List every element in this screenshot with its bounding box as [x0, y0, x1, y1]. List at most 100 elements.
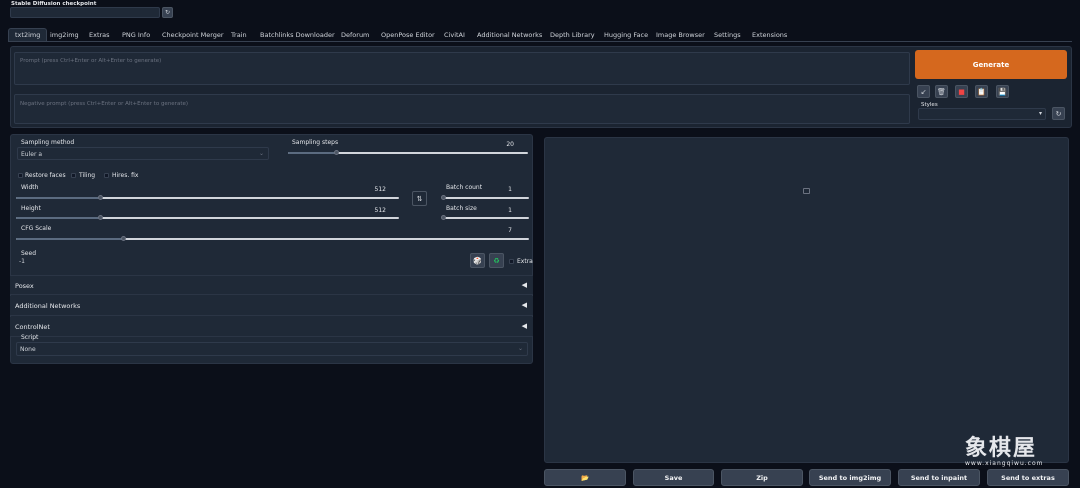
- send-to-inpaint-button[interactable]: Send to inpaint: [898, 469, 980, 486]
- clear-prompt-button[interactable]: 🗑: [935, 85, 948, 98]
- image-placeholder-icon: [803, 188, 810, 194]
- sampling-steps-slider[interactable]: [288, 150, 528, 155]
- slider-handle[interactable]: [440, 195, 446, 200]
- tab-train[interactable]: Train: [231, 31, 247, 39]
- width-value[interactable]: 512: [372, 186, 386, 193]
- tab-deforum[interactable]: Deforum: [341, 31, 369, 39]
- sampling-steps-value[interactable]: 20: [500, 141, 514, 148]
- triangle-left-icon: ◀: [521, 281, 527, 289]
- tab-png-info[interactable]: PNG Info: [122, 31, 150, 39]
- cfg-scale-value[interactable]: 7: [502, 227, 512, 234]
- tab-checkpoint-merger[interactable]: Checkpoint Merger: [162, 31, 224, 39]
- open-folder-button[interactable]: 📂: [544, 469, 626, 486]
- negative-prompt-placeholder: Negative prompt (press Ctrl+Enter or Alt…: [20, 101, 188, 107]
- send-to-extras-label: Send to extras: [1001, 473, 1055, 482]
- reuse-seed-button[interactable]: ♻: [489, 253, 504, 268]
- dice-icon: 🎲: [473, 256, 482, 265]
- slider-handle[interactable]: [97, 215, 103, 220]
- height-value[interactable]: 512: [372, 207, 386, 214]
- slider-handle[interactable]: [333, 150, 339, 155]
- batch-count-value[interactable]: 1: [502, 186, 512, 193]
- arrow-down-left-icon: ↙: [920, 87, 927, 96]
- triangle-left-icon: ◀: [521, 322, 527, 330]
- tab-hugging-face[interactable]: Hugging Face: [604, 31, 648, 39]
- slider-fill: [16, 217, 101, 219]
- read-params-button[interactable]: ↙: [917, 85, 930, 98]
- batch-size-label: Batch size: [446, 205, 477, 212]
- tab-openpose-editor[interactable]: OpenPose Editor: [381, 31, 435, 39]
- tab-civitai[interactable]: CivitAI: [444, 31, 465, 39]
- width-label: Width: [21, 184, 39, 191]
- batch-size-value[interactable]: 1: [502, 207, 512, 214]
- tab-img2img[interactable]: img2img: [50, 31, 79, 39]
- random-seed-button[interactable]: 🎲: [470, 253, 485, 268]
- accordion-additional-networks-title: Additional Networks: [15, 302, 81, 310]
- slider-fill: [16, 197, 101, 199]
- slider-fill: [16, 238, 124, 240]
- tab-extensions[interactable]: Extensions: [752, 31, 787, 39]
- send-to-inpaint-label: Send to inpaint: [910, 473, 968, 482]
- slider-handle[interactable]: [97, 195, 103, 200]
- height-slider[interactable]: [16, 215, 399, 220]
- tab-depth-library[interactable]: Depth Library: [550, 31, 595, 39]
- negative-prompt-input[interactable]: Negative prompt (press Ctrl+Enter or Alt…: [14, 94, 910, 124]
- tab-batchlinks-downloader[interactable]: Batchlinks Downloader: [260, 31, 335, 39]
- extra-seed-checkbox[interactable]: [509, 259, 514, 264]
- seed-value: -1: [19, 258, 25, 265]
- save-style-button[interactable]: 💾: [996, 85, 1009, 98]
- script-dropdown[interactable]: None ⌄: [16, 342, 528, 356]
- accordion-posex[interactable]: Posex ◀: [10, 275, 533, 295]
- accordion-additional-networks[interactable]: Additional Networks ◀: [10, 296, 533, 316]
- extra-networks-button[interactable]: ■: [955, 85, 968, 98]
- sampling-method-label: Sampling method: [21, 139, 75, 146]
- restore-faces-checkbox[interactable]: [18, 173, 23, 178]
- output-gallery[interactable]: [544, 137, 1069, 463]
- hires-fix-checkbox[interactable]: [104, 173, 109, 178]
- tab-txt2img[interactable]: txt2img: [8, 28, 48, 42]
- swap-dimensions-button[interactable]: ⇅: [412, 191, 427, 206]
- seed-input[interactable]: -1: [17, 257, 462, 267]
- script-value: None: [20, 346, 36, 353]
- card-icon: ■: [958, 87, 965, 96]
- tab-additional-networks[interactable]: Additional Networks: [477, 31, 542, 39]
- restore-faces-label: Restore faces: [25, 172, 66, 179]
- refresh-styles-button[interactable]: ↻: [1052, 107, 1065, 120]
- sampling-method-value: Euler a: [21, 151, 43, 158]
- send-to-img2img-button[interactable]: Send to img2img: [809, 469, 891, 486]
- zip-button[interactable]: Zip: [721, 469, 803, 486]
- apply-style-button[interactable]: 📋: [975, 85, 988, 98]
- clipboard-icon: 📋: [977, 87, 986, 96]
- recycle-icon: ♻: [493, 256, 500, 265]
- tiling-label: Tiling: [79, 172, 96, 179]
- refresh-checkpoint-button[interactable]: ↻: [162, 7, 173, 18]
- slider-handle[interactable]: [440, 215, 446, 220]
- prompt-placeholder: Prompt (press Ctrl+Enter or Alt+Enter to…: [20, 58, 162, 64]
- tab-extras[interactable]: Extras: [89, 31, 110, 39]
- styles-dropdown[interactable]: ▾: [918, 108, 1046, 120]
- batch-size-slider[interactable]: [440, 215, 529, 220]
- accordion-posex-title: Posex: [15, 282, 34, 290]
- generate-label: Generate: [972, 60, 1010, 69]
- cfg-scale-slider[interactable]: [16, 236, 529, 241]
- sampling-method-dropdown[interactable]: Euler a ⌄: [17, 147, 269, 160]
- watermark: 象棋屋 www.xiangqiwu.com: [965, 430, 1065, 470]
- send-to-extras-button[interactable]: Send to extras: [987, 469, 1069, 486]
- folder-icon: 📂: [580, 473, 590, 482]
- cfg-scale-label: CFG Scale: [21, 225, 52, 232]
- script-label: Script: [21, 334, 39, 341]
- trash-icon: 🗑: [937, 87, 946, 96]
- sampling-steps-label: Sampling steps: [292, 139, 339, 146]
- tiling-checkbox[interactable]: [71, 173, 76, 178]
- accordion-controlnet[interactable]: ControlNet ◀: [10, 317, 533, 337]
- watermark-url: www.xiangqiwu.com: [965, 460, 1044, 467]
- prompt-input[interactable]: Prompt (press Ctrl+Enter or Alt+Enter to…: [14, 52, 910, 85]
- generate-button[interactable]: Generate: [915, 50, 1067, 79]
- checkpoint-dropdown[interactable]: [10, 7, 160, 18]
- batch-count-slider[interactable]: [440, 195, 529, 200]
- tab-image-browser[interactable]: Image Browser: [656, 31, 705, 39]
- watermark-text: 象棋屋: [965, 436, 1038, 461]
- save-button[interactable]: Save: [633, 469, 714, 486]
- zip-button-label: Zip: [756, 473, 768, 482]
- tab-settings[interactable]: Settings: [714, 31, 741, 39]
- width-slider[interactable]: [16, 195, 399, 200]
